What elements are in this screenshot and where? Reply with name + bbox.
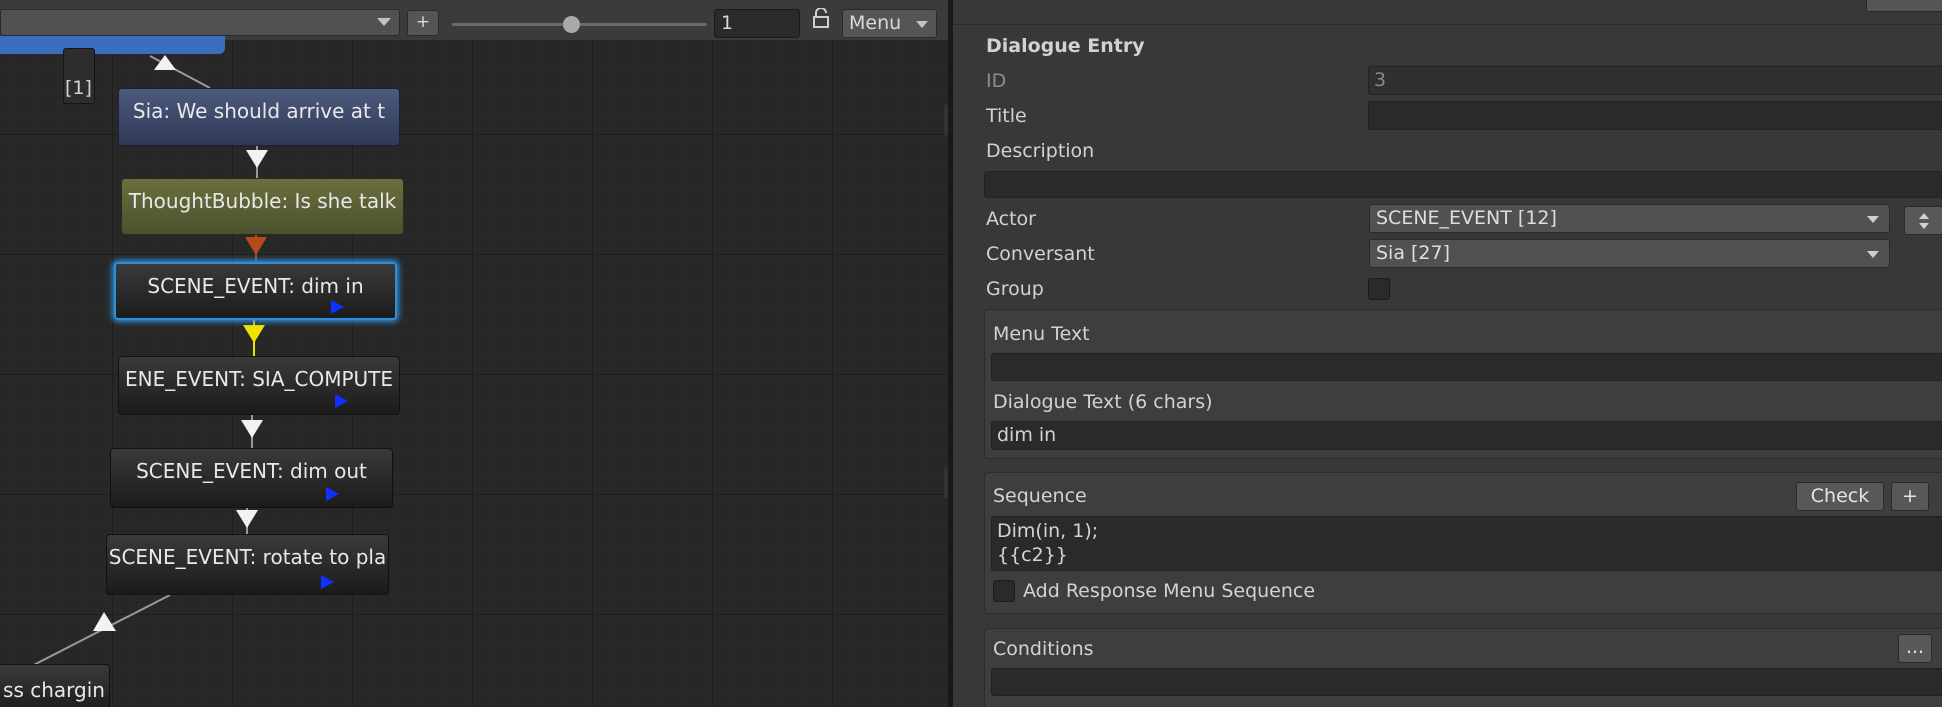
title-label: Title — [986, 105, 1027, 127]
edge-arrow — [246, 150, 268, 168]
play-icon[interactable] — [335, 394, 348, 408]
dialogue-node-sia-compute[interactable]: ENE_EVENT: SIA_COMPUTE — [118, 356, 400, 415]
dialogue-node-charging[interactable]: ss chargin — [0, 664, 110, 707]
conversant-label: Conversant — [986, 243, 1095, 265]
menu-text-label: Menu Text — [993, 323, 1090, 345]
edge-arrow — [93, 612, 116, 631]
add-response-label: Add Response Menu Sequence — [1023, 580, 1316, 602]
chevron-down-icon — [1867, 251, 1879, 258]
conversant-value: Sia [27] — [1376, 242, 1451, 264]
node-label: SCENE_EVENT: dim out — [136, 459, 367, 483]
node-label: ENE_EVENT: SIA_COMPUTE — [124, 367, 394, 391]
dialogue-node-rotate[interactable]: SCENE_EVENT: rotate to pla — [106, 534, 389, 595]
node-label: ThoughtBubble: Is she talk — [128, 189, 397, 213]
conversant-dropdown[interactable]: Sia [27] — [1369, 239, 1890, 268]
conditions-label: Conditions — [993, 638, 1094, 660]
id-field: 3 — [1368, 66, 1942, 95]
node-label: SCENE_EVENT: rotate to pla — [108, 545, 387, 569]
description-field[interactable] — [984, 171, 1942, 198]
dialogue-text-label: Dialogue Text (6 chars) — [993, 391, 1213, 413]
edge-arrow — [154, 55, 176, 70]
group-checkbox[interactable] — [1368, 278, 1390, 300]
title-field[interactable] — [1368, 101, 1942, 130]
group-label: Group — [986, 278, 1044, 300]
inspector-header — [953, 0, 1942, 25]
dialogue-text-field[interactable]: dim in — [991, 421, 1942, 450]
actor-label: Actor — [986, 208, 1036, 230]
node-label: SCENE_EVENT: dim in — [147, 274, 364, 298]
menu-text-field[interactable] — [991, 353, 1942, 381]
description-label: Description — [986, 140, 1095, 162]
play-icon[interactable] — [326, 487, 339, 501]
dialogue-node-dim-out[interactable]: SCENE_EVENT: dim out — [110, 448, 393, 508]
chevron-down-icon — [1867, 216, 1879, 223]
sequence-line: {{c2}} — [997, 544, 1068, 566]
dialogue-node-dim-in-selected[interactable]: SCENE_EVENT: dim in — [114, 262, 397, 320]
header-button[interactable] — [1866, 0, 1942, 12]
inspector-panel: Dialogue Entry ID 3 Title Description Ac… — [953, 0, 1942, 707]
actor-dropdown[interactable]: SCENE_EVENT [12] — [1369, 204, 1890, 233]
play-icon[interactable] — [331, 300, 344, 314]
scrollbar-handle — [944, 468, 948, 498]
edge-line — [149, 55, 211, 89]
dialogue-node-thoughtbubble[interactable]: ThoughtBubble: Is she talk — [121, 178, 404, 235]
actor-options-button[interactable] — [1904, 206, 1942, 235]
add-response-checkbox[interactable] — [993, 580, 1015, 602]
node-label: ss chargin — [3, 678, 105, 702]
node-graph-canvas[interactable]: + 1 Menu [1] Sia: We should arrive at t … — [0, 0, 948, 707]
edge-arrow — [241, 420, 263, 438]
edge-arrow — [243, 325, 265, 343]
scrollbar-handle — [944, 105, 948, 135]
conditions-field[interactable] — [991, 668, 1942, 696]
up-down-arrow-icon — [1919, 213, 1929, 229]
play-icon[interactable] — [321, 575, 334, 589]
sequence-line: Dim(in, 1); — [997, 520, 1099, 542]
sequence-add-button[interactable]: + — [1891, 482, 1929, 511]
sequence-check-button[interactable]: Check — [1796, 482, 1884, 511]
edge-line — [19, 594, 171, 673]
node-label: Sia: We should arrive at t — [132, 99, 386, 123]
edge-arrow — [236, 510, 258, 528]
dialogue-node-sia[interactable]: Sia: We should arrive at t — [118, 88, 400, 146]
section-title: Dialogue Entry — [986, 35, 1145, 57]
edge-arrow — [245, 237, 267, 255]
sequence-label: Sequence — [993, 485, 1087, 507]
conditions-more-button[interactable]: ... — [1898, 634, 1932, 663]
sequence-textarea[interactable]: Dim(in, 1); {{c2}} — [991, 516, 1942, 571]
id-label: ID — [986, 70, 1007, 92]
actor-value: SCENE_EVENT [12] — [1376, 207, 1557, 229]
